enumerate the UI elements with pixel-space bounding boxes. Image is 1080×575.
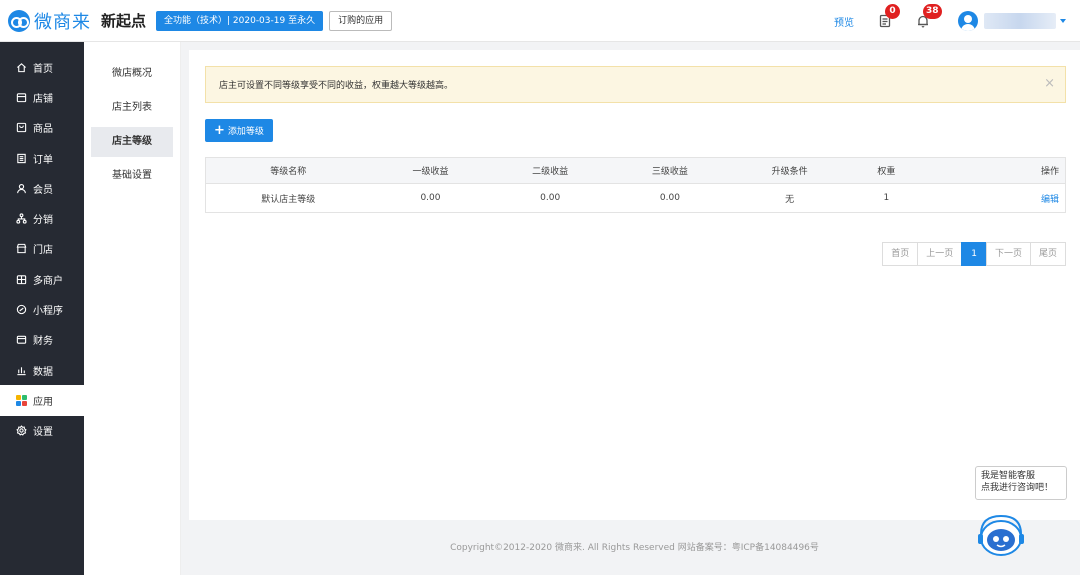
settings-icon	[15, 425, 27, 437]
assistant-line1: 我是智能客服	[981, 471, 1036, 481]
plan-badge: 全功能（技术）| 2020-03-19 至永久	[156, 10, 324, 31]
sidebar-item-members[interactable]: 会员	[0, 173, 84, 203]
level-name-cell: 默认店主等级	[261, 194, 316, 205]
weight-cell: 1	[883, 193, 890, 203]
pagination: 首页 上一页 1 下一页 尾页	[882, 242, 1066, 266]
main-panel: 店主可设置不同等级享受不同的收益，权重越大等级越高。 × + 添加等级 等级名称…	[189, 50, 1080, 520]
footer-copyright: Copyright©2012-2020 微商来. All Rights Rese…	[450, 543, 819, 553]
sidebar-item-label: 设置	[33, 427, 53, 439]
assistant-robot-icon[interactable]	[973, 512, 1029, 558]
subnav-item-owner-list[interactable]: 店主列表	[91, 93, 173, 123]
sidebar-item-label: 多商户	[33, 275, 63, 287]
user-name-redacted[interactable]	[984, 13, 1056, 29]
sidebar-item-miniprogram[interactable]: 小程序	[0, 294, 84, 324]
sidebar-item-home[interactable]: 首页	[0, 52, 84, 82]
sidebar-item-shop[interactable]: 门店	[0, 234, 84, 264]
top-bar: 微商来 新起点 全功能（技术）| 2020-03-19 至永久 订购的应用 预览…	[0, 0, 1080, 42]
chevron-down-icon[interactable]	[1060, 19, 1066, 23]
logo-text: 微商来	[34, 11, 91, 33]
level3-income-cell: 0.00	[659, 193, 680, 203]
notifications-count-badge: 38	[923, 4, 942, 19]
sidebar-item-label: 订单	[33, 154, 53, 166]
home-icon	[15, 61, 27, 73]
sidebar-item-label: 店铺	[33, 93, 53, 105]
sidebar-item-label: 首页	[33, 63, 53, 75]
sidebar-item-settings[interactable]: 设置	[0, 416, 84, 446]
sidebar-item-label: 应用	[33, 396, 53, 408]
sidebar-item-label: 数据	[33, 366, 53, 378]
subnav-item-owner-levels[interactable]: 店主等级	[91, 127, 173, 157]
notes-count-badge: 0	[885, 4, 900, 19]
column-header: 升级条件	[771, 167, 808, 177]
table-header: 等级名称 一级收益 二级收益 三级收益 升级条件 权重 操作	[206, 158, 1065, 184]
column-header: 操作	[1040, 167, 1059, 177]
finance-icon	[15, 334, 27, 346]
level1-income-cell: 0.00	[420, 193, 441, 203]
sidebar-item-label: 商品	[33, 124, 53, 136]
secondary-nav: 微店概况 店主列表 店主等级 基础设置	[84, 42, 181, 575]
column-header: 权重	[877, 167, 896, 177]
edit-link[interactable]: 编辑	[1041, 195, 1059, 205]
distribution-icon	[15, 213, 27, 225]
close-icon[interactable]: ×	[1044, 76, 1055, 91]
main-sidebar: 首页 店铺 商品 订单 会员 分销 门店 多商户 小程序 财务 数据 应用 设置	[0, 42, 84, 575]
order-icon	[15, 152, 27, 164]
sidebar-item-goods[interactable]: 商品	[0, 113, 84, 143]
prev-page-button[interactable]: 上一页	[917, 242, 963, 266]
add-level-label: 添加等级	[227, 127, 264, 137]
alert-text: 店主可设置不同等级享受不同的收益，权重越大等级越高。	[219, 81, 454, 91]
add-level-button[interactable]: + 添加等级	[205, 119, 273, 142]
goods-icon	[15, 122, 27, 134]
upgrade-condition-cell: 无	[785, 194, 795, 205]
preview-link[interactable]: 预览	[834, 14, 854, 29]
sidebar-item-label: 财务	[33, 336, 53, 348]
purchased-apps-button[interactable]: 订购的应用	[329, 10, 393, 31]
subnav-item-basic-settings[interactable]: 基础设置	[91, 161, 173, 191]
subnav-item-overview[interactable]: 微店概况	[91, 59, 173, 89]
sidebar-item-distribution[interactable]: 分销	[0, 203, 84, 233]
sidebar-item-label: 小程序	[33, 306, 63, 318]
merchant-icon	[15, 273, 27, 285]
sidebar-item-orders[interactable]: 订单	[0, 143, 84, 173]
column-header: 等级名称	[270, 167, 307, 177]
assistant-line2: 点我进行咨询吧！	[981, 483, 1054, 493]
user-avatar[interactable]	[958, 11, 978, 31]
sidebar-item-store[interactable]: 店铺	[0, 82, 84, 112]
sidebar-item-merchants[interactable]: 多商户	[0, 264, 84, 294]
column-header: 一级收益	[412, 167, 449, 177]
sidebar-item-finance[interactable]: 财务	[0, 325, 84, 355]
sidebar-item-label: 门店	[33, 245, 53, 257]
notifications-button[interactable]: 38	[912, 4, 942, 32]
logo-icon	[8, 9, 30, 32]
current-page-button[interactable]: 1	[961, 242, 987, 266]
sidebar-item-label: 分销	[33, 215, 53, 227]
logo[interactable]: 微商来	[8, 8, 91, 34]
notes-button[interactable]: 0	[874, 4, 900, 32]
column-header: 二级收益	[532, 167, 569, 177]
sidebar-item-data[interactable]: 数据	[0, 355, 84, 385]
table-row: 默认店主等级 0.00 0.00 0.00 无 1 编辑	[206, 184, 1065, 212]
assistant-bubble[interactable]: 我是智能客服 点我进行咨询吧！	[975, 466, 1067, 500]
shop-icon	[15, 243, 27, 255]
column-header: 三级收益	[651, 167, 688, 177]
action-cell: 编辑	[923, 192, 1065, 205]
top-right-toolbar: 预览 0 38	[834, 0, 1080, 42]
miniprogram-icon	[15, 304, 27, 316]
store-icon	[15, 91, 27, 103]
levels-table: 等级名称 一级收益 二级收益 三级收益 升级条件 权重 操作 默认店主等级 0.…	[205, 157, 1066, 213]
member-icon	[15, 182, 27, 194]
sidebar-item-label: 会员	[33, 184, 53, 196]
info-alert: 店主可设置不同等级享受不同的收益，权重越大等级越高。 ×	[205, 66, 1066, 103]
data-icon	[15, 364, 27, 376]
first-page-button[interactable]: 首页	[882, 242, 919, 266]
last-page-button[interactable]: 尾页	[1029, 242, 1066, 266]
plus-icon: +	[214, 123, 225, 138]
brand-name: 新起点	[101, 12, 147, 30]
level2-income-cell: 0.00	[540, 193, 561, 203]
apps-icon	[15, 394, 27, 406]
sidebar-item-apps[interactable]: 应用	[0, 385, 84, 416]
next-page-button[interactable]: 下一页	[985, 242, 1031, 266]
